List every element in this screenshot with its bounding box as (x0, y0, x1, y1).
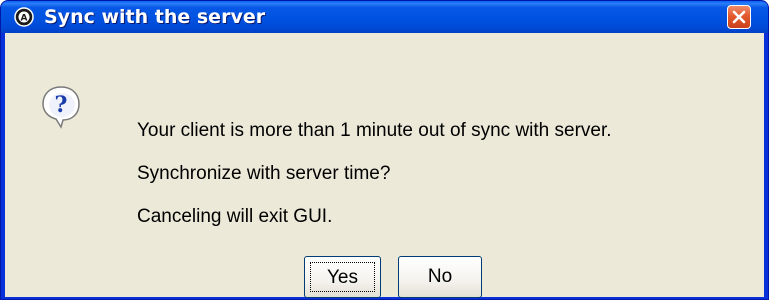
no-button[interactable]: No (398, 256, 482, 298)
sync-dialog-window: A Sync with the server ? Your client is … (0, 0, 769, 300)
message-line-3: Canceling will exit GUI. (137, 206, 333, 227)
close-button[interactable] (727, 5, 751, 29)
svg-text:A: A (21, 14, 28, 24)
question-icon: ? (41, 85, 81, 129)
yes-button-label: Yes (310, 262, 375, 292)
message-line-2: Synchronize with server time? (137, 163, 391, 184)
yes-button[interactable]: Yes (304, 256, 381, 298)
app-logo-icon: A (14, 7, 34, 27)
title-bar[interactable]: A Sync with the server (1, 1, 768, 33)
window-title: Sync with the server (44, 6, 266, 28)
close-icon (732, 10, 746, 24)
message-line-1: Your client is more than 1 minute out of… (137, 120, 612, 141)
svg-text:?: ? (55, 92, 68, 118)
dialog-body: ? Your client is more than 1 minute out … (5, 33, 764, 298)
